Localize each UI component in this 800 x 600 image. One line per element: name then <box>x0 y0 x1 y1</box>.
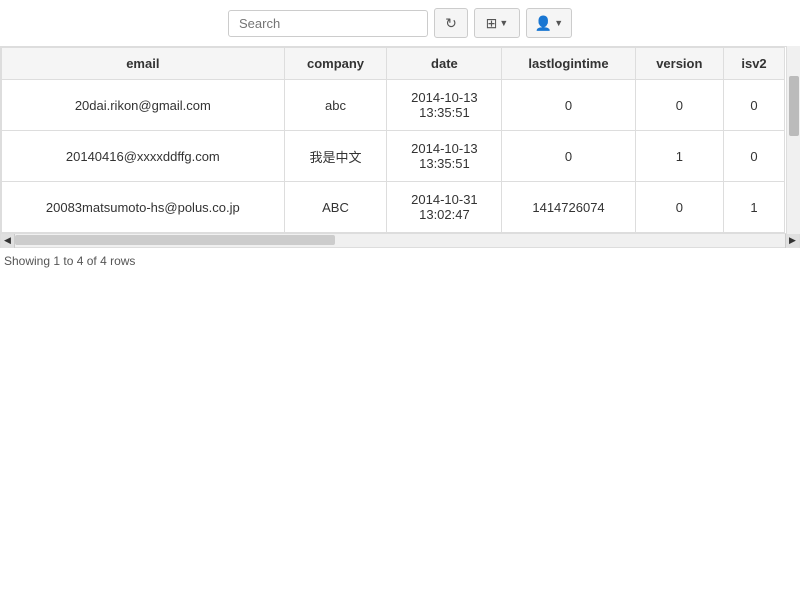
col-header-email: email <box>2 48 285 80</box>
scroll-left-btn[interactable]: ◀ <box>1 234 15 248</box>
user-button[interactable]: 👤 ▼ <box>526 8 572 38</box>
cell-version: 0 <box>635 182 723 233</box>
cell-date: 2014-10-13 13:35:51 <box>387 131 502 182</box>
cell-version: 1 <box>635 131 723 182</box>
table-scroll-area[interactable]: email company date lastlogintime version… <box>0 46 800 234</box>
cell-isv2: 1 <box>724 182 785 233</box>
col-header-company: company <box>284 48 387 80</box>
h-scroll-track <box>15 234 785 247</box>
table-row: 20140416@xxxxddffg.com我是中文2014-10-13 13:… <box>2 131 785 182</box>
h-scroll-thumb <box>15 235 335 245</box>
scroll-right-btn[interactable]: ▶ <box>785 234 799 248</box>
cell-email: 20083matsumoto-hs@polus.co.jp <box>2 182 285 233</box>
cell-lastlogintime: 0 <box>502 131 635 182</box>
cell-isv2: 0 <box>724 80 785 131</box>
table-outer: email company date lastlogintime version… <box>0 46 800 248</box>
cell-isv2: 0 <box>724 131 785 182</box>
col-header-isv2: isv2 <box>724 48 785 80</box>
cell-date: 2014-10-31 13:02:47 <box>387 182 502 233</box>
cell-email: 20dai.rikon@gmail.com <box>2 80 285 131</box>
status-text: Showing 1 to 4 of 4 rows <box>4 254 135 268</box>
cell-version: 0 <box>635 80 723 131</box>
grid-dropdown-arrow: ▼ <box>499 18 508 28</box>
cell-email: 20140416@xxxxddffg.com <box>2 131 285 182</box>
grid-button[interactable]: ⊞ ▼ <box>474 8 520 38</box>
cell-lastlogintime: 0 <box>502 80 635 131</box>
refresh-icon: ↻ <box>445 15 457 32</box>
scrollbar-thumb <box>789 76 799 136</box>
toolbar: ↻ ⊞ ▼ 👤 ▼ <box>0 0 800 46</box>
cell-company: ABC <box>284 182 387 233</box>
cell-lastlogintime: 1414726074 <box>502 182 635 233</box>
col-header-lastlogintime: lastlogintime <box>502 48 635 80</box>
data-table: email company date lastlogintime version… <box>1 47 785 233</box>
search-input[interactable] <box>228 10 428 37</box>
vertical-scrollbar[interactable] <box>786 46 800 234</box>
refresh-button[interactable]: ↻ <box>434 8 468 38</box>
col-header-version: version <box>635 48 723 80</box>
user-icon: 👤 <box>535 15 552 32</box>
status-bar: Showing 1 to 4 of 4 rows <box>0 248 800 274</box>
user-dropdown-arrow: ▼ <box>554 18 563 28</box>
table-row: 20dai.rikon@gmail.comabc2014-10-13 13:35… <box>2 80 785 131</box>
horizontal-scrollbar[interactable]: ◀ ▶ <box>0 234 800 248</box>
col-header-date: date <box>387 48 502 80</box>
table-row: 20083matsumoto-hs@polus.co.jpABC2014-10-… <box>2 182 785 233</box>
table-header-row: email company date lastlogintime version… <box>2 48 785 80</box>
grid-icon: ⊞ <box>486 15 498 32</box>
cell-company: abc <box>284 80 387 131</box>
cell-date: 2014-10-13 13:35:51 <box>387 80 502 131</box>
cell-company: 我是中文 <box>284 131 387 182</box>
